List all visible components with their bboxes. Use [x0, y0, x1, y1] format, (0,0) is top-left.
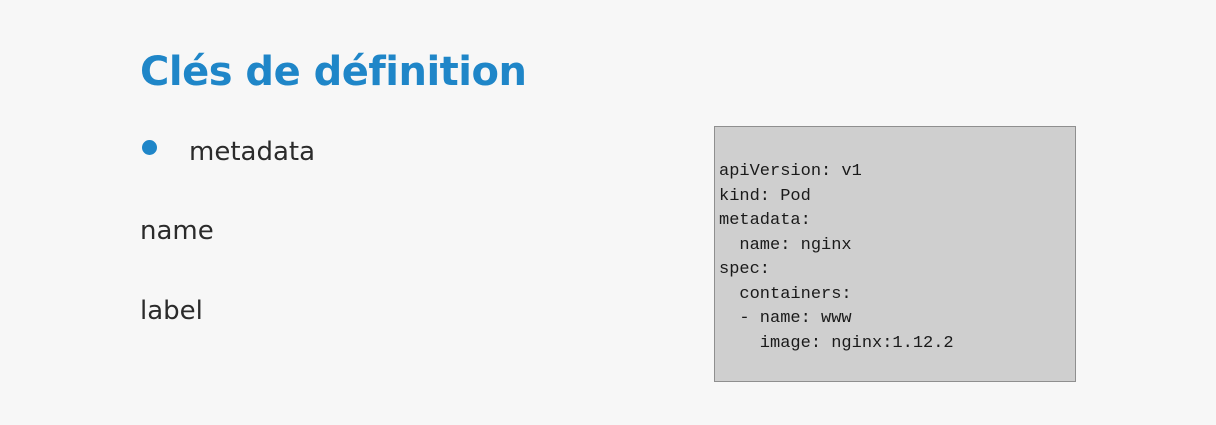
bullet-dot-icon	[142, 139, 157, 155]
bullet-item-metadata: metadata	[142, 132, 315, 172]
slide-title: Clés de définition	[140, 49, 527, 95]
bullet-label: metadata	[189, 137, 316, 167]
code-block: apiVersion: v1 kind: Pod metadata: name:…	[714, 126, 1076, 382]
item-name: name	[140, 216, 214, 246]
item-label: label	[140, 296, 203, 326]
code-yaml: apiVersion: v1 kind: Pod metadata: name:…	[719, 162, 954, 353]
